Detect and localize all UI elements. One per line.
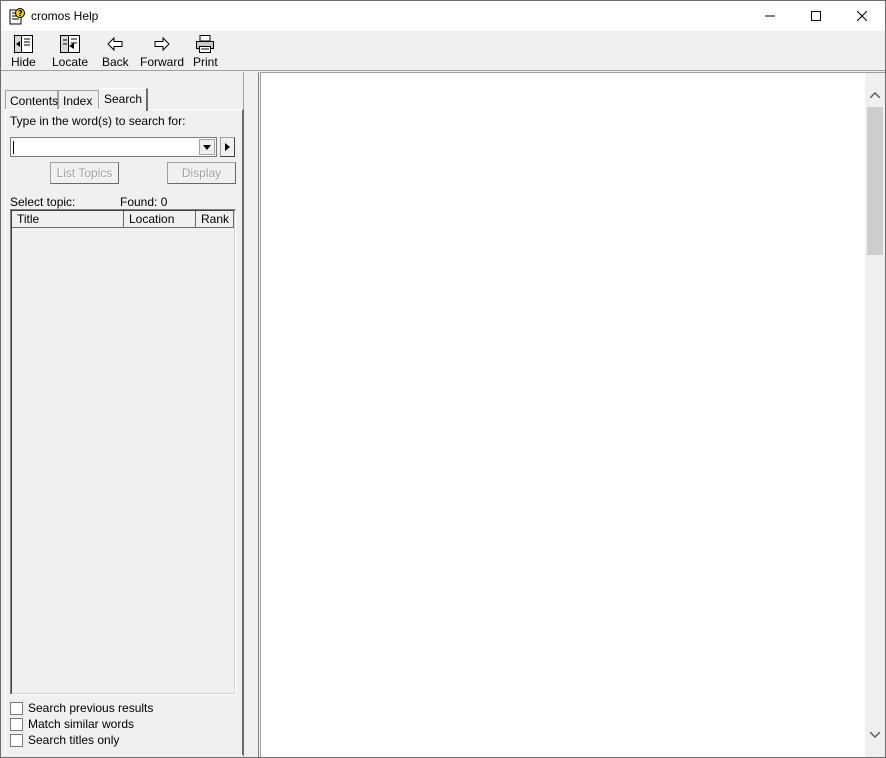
topic-content-pane[interactable] bbox=[260, 72, 885, 757]
navigation-pane: Contents Index Search Type in the word(s… bbox=[1, 72, 244, 757]
forward-arrow-icon bbox=[154, 36, 170, 52]
close-button[interactable] bbox=[839, 1, 885, 31]
scrollbar-thumb[interactable] bbox=[867, 107, 883, 255]
search-input[interactable] bbox=[10, 137, 217, 157]
scroll-down-button[interactable] bbox=[865, 725, 885, 745]
results-list[interactable]: Title Location Rank bbox=[10, 209, 236, 695]
help-book-icon: ? bbox=[9, 8, 25, 25]
vertical-scrollbar[interactable] bbox=[865, 73, 885, 757]
search-titles-only-option[interactable]: Search titles only bbox=[10, 733, 119, 747]
back-arrow-icon bbox=[107, 36, 123, 52]
search-titles-only-checkbox[interactable] bbox=[10, 733, 23, 747]
locate-label: Locate bbox=[52, 55, 89, 69]
select-topic-label: Select topic: bbox=[10, 195, 76, 209]
back-label: Back bbox=[102, 55, 129, 69]
tab-contents-label: Contents bbox=[10, 94, 59, 108]
search-operators-button[interactable] bbox=[220, 137, 235, 157]
locate-icon bbox=[60, 35, 81, 53]
column-header-title[interactable]: Title bbox=[12, 211, 124, 228]
maximize-button[interactable] bbox=[793, 1, 839, 31]
chevron-down-icon bbox=[203, 144, 211, 150]
tab-search-label: Search bbox=[104, 92, 143, 106]
minimize-icon bbox=[765, 15, 775, 17]
list-topics-label: List Topics bbox=[56, 166, 113, 180]
chevron-down-icon bbox=[870, 732, 880, 738]
search-prompt-label: Type in the word(s) to search for: bbox=[10, 114, 186, 128]
forward-button[interactable]: Forward bbox=[140, 34, 184, 70]
search-history-dropdown[interactable] bbox=[199, 139, 215, 155]
hide-pane-icon bbox=[14, 35, 34, 53]
found-count: Found: 0 bbox=[120, 195, 168, 209]
maximize-icon bbox=[811, 11, 821, 21]
match-similar-words-option[interactable]: Match similar words bbox=[10, 717, 134, 731]
search-previous-results-checkbox[interactable] bbox=[10, 701, 23, 715]
forward-label: Forward bbox=[140, 55, 185, 69]
column-header-rank[interactable]: Rank bbox=[196, 211, 234, 228]
search-previous-results-option[interactable]: Search previous results bbox=[10, 701, 153, 715]
chevron-up-icon bbox=[870, 92, 880, 98]
print-label: Print bbox=[193, 55, 218, 69]
svg-text:?: ? bbox=[18, 9, 23, 18]
display-button[interactable]: Display bbox=[167, 162, 236, 184]
chevron-right-icon bbox=[225, 143, 230, 151]
pane-splitter[interactable] bbox=[244, 72, 259, 757]
search-titles-only-label: Search titles only bbox=[28, 733, 120, 747]
display-label: Display bbox=[181, 166, 222, 180]
hide-label: Hide bbox=[11, 55, 36, 69]
back-button[interactable]: Back bbox=[102, 34, 129, 70]
print-button[interactable]: Print bbox=[193, 34, 218, 70]
list-topics-button[interactable]: List Topics bbox=[50, 162, 119, 184]
search-previous-results-label: Search previous results bbox=[28, 701, 154, 715]
tab-contents[interactable]: Contents bbox=[5, 90, 58, 110]
text-caret bbox=[13, 141, 14, 154]
tab-index[interactable]: Index bbox=[58, 90, 99, 110]
window-title: cromos Help bbox=[31, 9, 99, 23]
match-similar-words-label: Match similar words bbox=[28, 717, 135, 731]
printer-icon bbox=[196, 35, 215, 53]
tab-index-label: Index bbox=[63, 94, 93, 108]
close-icon bbox=[857, 11, 867, 21]
scroll-up-button[interactable] bbox=[865, 85, 885, 105]
locate-button[interactable]: Locate bbox=[52, 34, 88, 70]
toolbar: Hide Locate Back Forward Print bbox=[1, 31, 885, 71]
minimize-button[interactable] bbox=[747, 1, 793, 31]
help-window: ? cromos Help Hide Locate Back Forward P… bbox=[0, 0, 886, 758]
match-similar-words-checkbox[interactable] bbox=[10, 717, 23, 731]
title-bar[interactable]: ? cromos Help bbox=[1, 1, 885, 31]
hide-button[interactable]: Hide bbox=[11, 34, 36, 70]
column-header-location[interactable]: Location bbox=[124, 211, 196, 228]
tab-search[interactable]: Search bbox=[99, 88, 148, 111]
